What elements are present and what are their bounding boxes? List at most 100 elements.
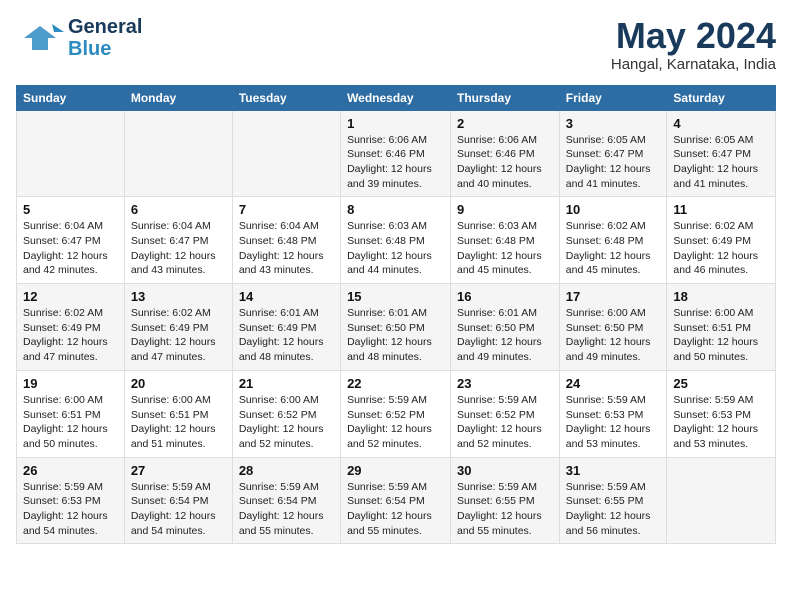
day-info: Sunrise: 6:02 AM Sunset: 6:49 PM Dayligh… — [131, 306, 226, 365]
day-number: 29 — [347, 463, 444, 478]
day-number: 19 — [23, 376, 118, 391]
day-number: 24 — [566, 376, 661, 391]
day-info: Sunrise: 5:59 AM Sunset: 6:54 PM Dayligh… — [239, 480, 334, 539]
location-subtitle: Hangal, Karnataka, India — [611, 56, 776, 73]
day-number: 22 — [347, 376, 444, 391]
calendar-cell: 24Sunrise: 5:59 AM Sunset: 6:53 PM Dayli… — [559, 370, 667, 457]
day-info: Sunrise: 5:59 AM Sunset: 6:53 PM Dayligh… — [23, 480, 118, 539]
calendar-cell: 19 Sunrise: 6:00 AM Sunset: 6:51 PM Dayli… — [17, 370, 125, 457]
calendar-cell: 2 Sunrise: 6:06 AM Sunset: 6:46 PM Daylig… — [451, 110, 560, 197]
day-number: 28 — [239, 463, 334, 478]
day-number: 11 — [673, 202, 769, 217]
calendar-cell: 10 Sunrise: 6:02 AM Sunset: 6:48 PM Dayli… — [559, 197, 667, 284]
day-info: Sunrise: 6:04 AM Sunset: 6:47 PM Dayligh… — [131, 219, 226, 278]
day-info: Sunrise: 5:59 AM Sunset: 6:52 PM Dayligh… — [347, 393, 444, 452]
day-info: Sunrise: 6:01 AM Sunset: 6:49 PM Dayligh… — [239, 306, 334, 365]
day-number: 12 — [23, 289, 118, 304]
col-thursday: Thursday — [451, 85, 560, 110]
day-number: 23 — [457, 376, 553, 391]
day-number: 18 — [673, 289, 769, 304]
day-number: 27 — [131, 463, 226, 478]
day-number: 2 — [457, 116, 553, 131]
title-block: May 2024 Hangal, Karnataka, India — [611, 16, 776, 73]
col-wednesday: Wednesday — [341, 85, 451, 110]
day-info: Sunrise: 6:02 AM Sunset: 6:49 PM Dayligh… — [23, 306, 118, 365]
calendar-cell: 23Sunrise: 5:59 AM Sunset: 6:52 PM Dayli… — [451, 370, 560, 457]
day-info: Sunrise: 6:06 AM Sunset: 6:46 PM Dayligh… — [457, 133, 553, 192]
calendar-cell: 31 Sunrise: 5:59 AM Sunset: 6:55 PM Dayli… — [559, 457, 667, 544]
calendar-cell: 17Sunrise: 6:00 AM Sunset: 6:50 PM Dayli… — [559, 284, 667, 371]
calendar-cell: 25 Sunrise: 5:59 AM Sunset: 6:53 PM Dayli… — [667, 370, 776, 457]
calendar-cell: 29Sunrise: 5:59 AM Sunset: 6:54 PM Dayli… — [341, 457, 451, 544]
day-info: Sunrise: 6:06 AM Sunset: 6:46 PM Dayligh… — [347, 133, 444, 192]
col-friday: Friday — [559, 85, 667, 110]
col-monday: Monday — [124, 85, 232, 110]
calendar-cell: 12 Sunrise: 6:02 AM Sunset: 6:49 PM Dayli… — [17, 284, 125, 371]
day-info: Sunrise: 6:01 AM Sunset: 6:50 PM Dayligh… — [457, 306, 553, 365]
logo-general: General — [68, 16, 142, 38]
calendar-cell: 11Sunrise: 6:02 AM Sunset: 6:49 PM Dayli… — [667, 197, 776, 284]
day-number: 1 — [347, 116, 444, 131]
calendar-cell: 13Sunrise: 6:02 AM Sunset: 6:49 PM Dayli… — [124, 284, 232, 371]
day-info: Sunrise: 6:00 AM Sunset: 6:51 PM Dayligh… — [23, 393, 118, 452]
day-info: Sunrise: 6:01 AM Sunset: 6:50 PM Dayligh… — [347, 306, 444, 365]
day-number: 21 — [239, 376, 334, 391]
day-number: 7 — [239, 202, 334, 217]
calendar-cell: 18 Sunrise: 6:00 AM Sunset: 6:51 PM Dayli… — [667, 284, 776, 371]
month-year-title: May 2024 — [611, 16, 776, 56]
calendar-cell: 5 Sunrise: 6:04 AM Sunset: 6:47 PM Daylig… — [17, 197, 125, 284]
calendar-cell: 28 Sunrise: 5:59 AM Sunset: 6:54 PM Dayli… — [232, 457, 340, 544]
day-info: Sunrise: 6:03 AM Sunset: 6:48 PM Dayligh… — [457, 219, 553, 278]
calendar-cell: 7 Sunrise: 6:04 AM Sunset: 6:48 PM Daylig… — [232, 197, 340, 284]
day-number: 25 — [673, 376, 769, 391]
day-info: Sunrise: 6:00 AM Sunset: 6:51 PM Dayligh… — [131, 393, 226, 452]
day-info: Sunrise: 6:00 AM Sunset: 6:52 PM Dayligh… — [239, 393, 334, 452]
day-info: Sunrise: 5:59 AM Sunset: 6:53 PM Dayligh… — [673, 393, 769, 452]
calendar-week-row: 5 Sunrise: 6:04 AM Sunset: 6:47 PM Daylig… — [17, 197, 776, 284]
calendar-cell: 8Sunrise: 6:03 AM Sunset: 6:48 PM Daylig… — [341, 197, 451, 284]
calendar-cell: 20 Sunrise: 6:00 AM Sunset: 6:51 PM Dayli… — [124, 370, 232, 457]
calendar-header: Sunday Monday Tuesday Wednesday Thursday… — [17, 85, 776, 110]
day-number: 16 — [457, 289, 553, 304]
logo-icon — [16, 18, 64, 58]
calendar-cell: 22 Sunrise: 5:59 AM Sunset: 6:52 PM Dayli… — [341, 370, 451, 457]
day-info: Sunrise: 6:04 AM Sunset: 6:48 PM Dayligh… — [239, 219, 334, 278]
day-info: Sunrise: 6:04 AM Sunset: 6:47 PM Dayligh… — [23, 219, 118, 278]
day-number: 4 — [673, 116, 769, 131]
calendar-cell — [17, 110, 125, 197]
logo-blue: Blue — [68, 38, 142, 60]
day-number: 9 — [457, 202, 553, 217]
calendar-cell: 27 Sunrise: 5:59 AM Sunset: 6:54 PM Dayli… — [124, 457, 232, 544]
col-sunday: Sunday — [17, 85, 125, 110]
day-info: Sunrise: 6:05 AM Sunset: 6:47 PM Dayligh… — [673, 133, 769, 192]
calendar-cell — [232, 110, 340, 197]
page-header: General Blue May 2024 Hangal, Karnataka,… — [16, 16, 776, 73]
day-number: 10 — [566, 202, 661, 217]
day-info: Sunrise: 5:59 AM Sunset: 6:55 PM Dayligh… — [566, 480, 661, 539]
col-saturday: Saturday — [667, 85, 776, 110]
calendar-cell: 4 Sunrise: 6:05 AM Sunset: 6:47 PM Daylig… — [667, 110, 776, 197]
day-info: Sunrise: 6:05 AM Sunset: 6:47 PM Dayligh… — [566, 133, 661, 192]
calendar-cell — [124, 110, 232, 197]
calendar-cell: 21 Sunrise: 6:00 AM Sunset: 6:52 PM Dayli… — [232, 370, 340, 457]
day-number: 5 — [23, 202, 118, 217]
calendar-week-row: 1 Sunrise: 6:06 AM Sunset: 6:46 PM Daylig… — [17, 110, 776, 197]
day-number: 31 — [566, 463, 661, 478]
day-number: 6 — [131, 202, 226, 217]
day-number: 15 — [347, 289, 444, 304]
day-number: 8 — [347, 202, 444, 217]
day-info: Sunrise: 6:02 AM Sunset: 6:48 PM Dayligh… — [566, 219, 661, 278]
day-info: Sunrise: 5:59 AM Sunset: 6:55 PM Dayligh… — [457, 480, 553, 539]
calendar-table: Sunday Monday Tuesday Wednesday Thursday… — [16, 85, 776, 545]
calendar-cell: 15 Sunrise: 6:01 AM Sunset: 6:50 PM Dayli… — [341, 284, 451, 371]
calendar-cell: 9 Sunrise: 6:03 AM Sunset: 6:48 PM Daylig… — [451, 197, 560, 284]
day-info: Sunrise: 5:59 AM Sunset: 6:54 PM Dayligh… — [131, 480, 226, 539]
calendar-week-row: 19 Sunrise: 6:00 AM Sunset: 6:51 PM Dayli… — [17, 370, 776, 457]
calendar-cell: 14Sunrise: 6:01 AM Sunset: 6:49 PM Dayli… — [232, 284, 340, 371]
calendar-cell: 1 Sunrise: 6:06 AM Sunset: 6:46 PM Daylig… — [341, 110, 451, 197]
calendar-cell: 26Sunrise: 5:59 AM Sunset: 6:53 PM Dayli… — [17, 457, 125, 544]
day-info: Sunrise: 6:00 AM Sunset: 6:51 PM Dayligh… — [673, 306, 769, 365]
day-number: 20 — [131, 376, 226, 391]
calendar-cell: 6 Sunrise: 6:04 AM Sunset: 6:47 PM Daylig… — [124, 197, 232, 284]
weekday-header-row: Sunday Monday Tuesday Wednesday Thursday… — [17, 85, 776, 110]
